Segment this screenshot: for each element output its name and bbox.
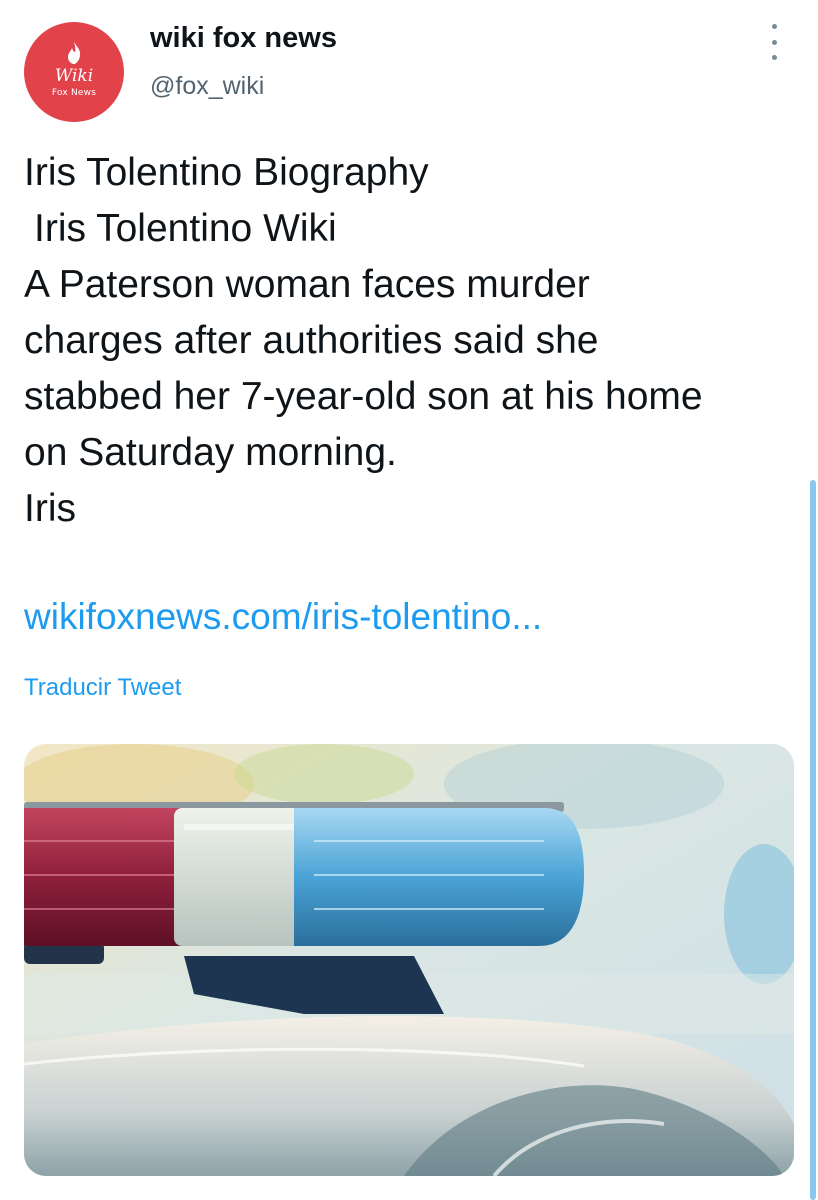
user-handle[interactable]: @fox_wiki: [150, 72, 264, 101]
tweet-line: Iris Tolentino Wiki: [34, 207, 337, 250]
tweet-line: charges after authorities said she: [24, 319, 599, 362]
tweet-line: on Saturday morning.: [24, 431, 397, 474]
tweet-line: stabbed her 7-year-old son at his home: [24, 375, 703, 418]
tweet-line: A Paterson woman faces murder: [24, 263, 590, 306]
tweet-line: Iris: [24, 487, 76, 530]
flame-icon: [68, 41, 81, 64]
police-light-image: [24, 744, 794, 1176]
scrollbar[interactable]: [810, 480, 816, 1200]
avatar-brand: Wiki: [54, 65, 94, 86]
tweet-text: Iris Tolentino Biography Iris Tolentino …: [24, 145, 804, 537]
tweet-line: Iris Tolentino Biography: [24, 151, 429, 194]
tweet-link[interactable]: wikifoxnews.com/iris-tolentino...: [24, 596, 542, 638]
translate-tweet-link[interactable]: Traducir Tweet: [24, 674, 181, 702]
avatar-brand-sub: Fox News: [51, 87, 97, 98]
tweet-media-image[interactable]: [24, 744, 794, 1176]
more-vertical-icon[interactable]: [764, 24, 784, 60]
avatar[interactable]: Wiki Fox News: [24, 22, 124, 122]
display-name[interactable]: wiki fox news: [150, 22, 337, 55]
